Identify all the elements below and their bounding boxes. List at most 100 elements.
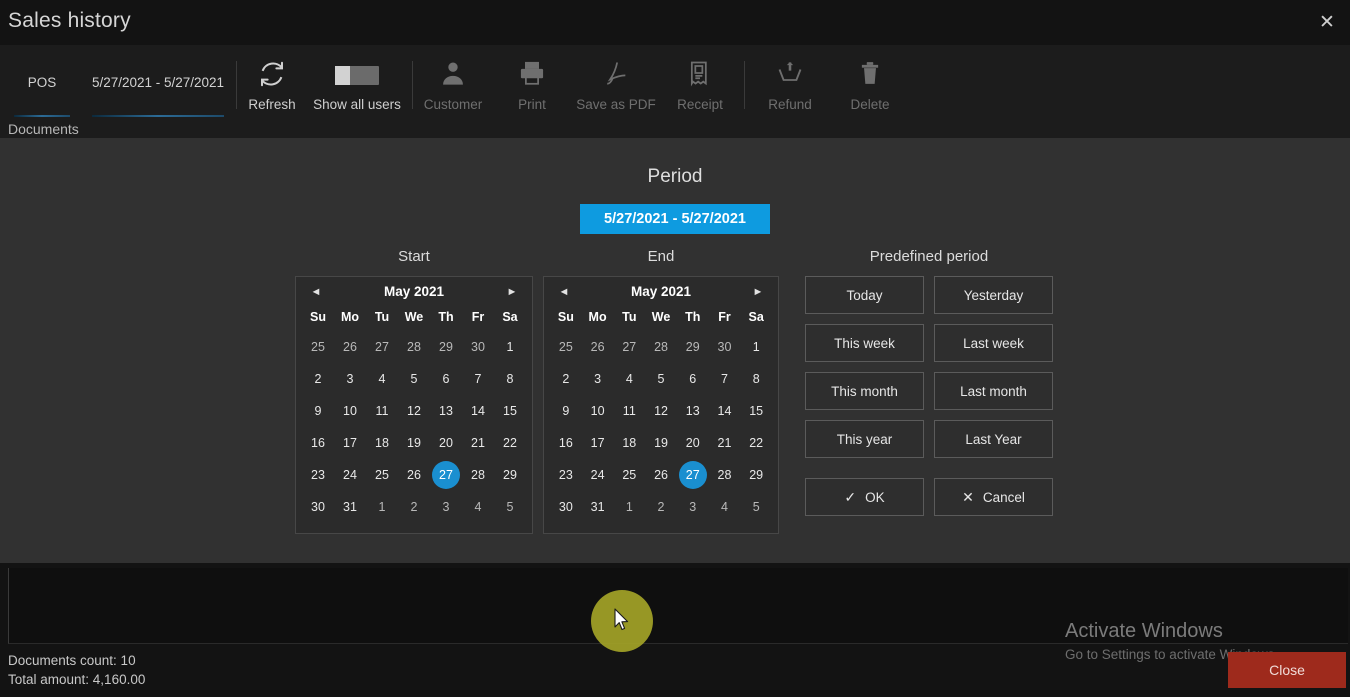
calendar-day-25[interactable]: 25	[302, 331, 334, 363]
calendar-day-19[interactable]: 19	[645, 427, 677, 459]
calendar-day-14[interactable]: 14	[462, 395, 494, 427]
calendar-day-13[interactable]: 13	[430, 395, 462, 427]
calendar-day-16[interactable]: 16	[550, 427, 582, 459]
calendar-day-7[interactable]: 7	[709, 363, 741, 395]
calendar-day-18[interactable]: 18	[366, 427, 398, 459]
calendar-day-5[interactable]: 5	[398, 363, 430, 395]
predefined-last-month-button[interactable]: Last month	[934, 372, 1053, 410]
calendar-day-8[interactable]: 8	[740, 363, 772, 395]
calendar-day-1[interactable]: 1	[740, 331, 772, 363]
calendar-day-10[interactable]: 10	[582, 395, 614, 427]
calendar-day-28[interactable]: 28	[709, 459, 741, 491]
close-icon[interactable]: ✕	[1312, 8, 1342, 38]
calendar-day-30[interactable]: 30	[709, 331, 741, 363]
selected-range-button[interactable]: 5/27/2021 - 5/27/2021	[580, 204, 770, 234]
calendar-day-4[interactable]: 4	[613, 363, 645, 395]
receipt-button[interactable]: Receipt	[662, 45, 738, 121]
calendar-day-9[interactable]: 9	[550, 395, 582, 427]
calendar-day-27[interactable]: 27	[677, 459, 709, 491]
calendar-day-29[interactable]: 29	[677, 331, 709, 363]
calendar-day-27[interactable]: 27	[613, 331, 645, 363]
calendar-day-30[interactable]: 30	[550, 491, 582, 523]
calendar-day-3[interactable]: 3	[334, 363, 366, 395]
calendar-day-22[interactable]: 22	[740, 427, 772, 459]
calendar-day-20[interactable]: 20	[677, 427, 709, 459]
tab-pos[interactable]: POS	[6, 45, 78, 121]
close-button[interactable]: Close	[1228, 652, 1346, 688]
calendar-day-19[interactable]: 19	[398, 427, 430, 459]
calendar-day-21[interactable]: 21	[709, 427, 741, 459]
calendar-day-18[interactable]: 18	[613, 427, 645, 459]
calendar-day-12[interactable]: 12	[645, 395, 677, 427]
calendar-day-23[interactable]: 23	[302, 459, 334, 491]
predefined-this-year-button[interactable]: This year	[805, 420, 924, 458]
save-as-pdf-button[interactable]: Save as PDF	[570, 45, 662, 121]
calendar-day-31[interactable]: 31	[582, 491, 614, 523]
start-calendar[interactable]: ◄ May 2021 ► Su Mo Tu We Th Fr Sa 25 26 27 28 29 30…	[295, 276, 533, 534]
next-month-icon[interactable]: ►	[502, 284, 522, 300]
calendar-day-7[interactable]: 7	[462, 363, 494, 395]
calendar-day-25[interactable]: 25	[613, 459, 645, 491]
calendar-day-1[interactable]: 1	[366, 491, 398, 523]
calendar-day-24[interactable]: 24	[334, 459, 366, 491]
calendar-day-30[interactable]: 30	[302, 491, 334, 523]
print-button[interactable]: Print	[494, 45, 570, 121]
calendar-day-22[interactable]: 22	[494, 427, 526, 459]
calendar-day-11[interactable]: 11	[366, 395, 398, 427]
calendar-day-29[interactable]: 29	[740, 459, 772, 491]
calendar-day-26[interactable]: 26	[398, 459, 430, 491]
calendar-day-4[interactable]: 4	[709, 491, 741, 523]
calendar-day-23[interactable]: 23	[550, 459, 582, 491]
calendar-day-12[interactable]: 12	[398, 395, 430, 427]
tab-date-range[interactable]: 5/27/2021 - 5/27/2021	[84, 45, 232, 121]
show-all-users-toggle[interactable]: Show all users	[306, 45, 408, 121]
predefined-yesterday-button[interactable]: Yesterday	[934, 276, 1053, 314]
calendar-day-31[interactable]: 31	[334, 491, 366, 523]
calendar-day-21[interactable]: 21	[462, 427, 494, 459]
calendar-day-29[interactable]: 29	[430, 331, 462, 363]
calendar-day-1[interactable]: 1	[613, 491, 645, 523]
calendar-day-27[interactable]: 27	[366, 331, 398, 363]
calendar-day-2[interactable]: 2	[645, 491, 677, 523]
refresh-button[interactable]: Refresh	[240, 45, 304, 121]
calendar-day-20[interactable]: 20	[430, 427, 462, 459]
calendar-day-3[interactable]: 3	[430, 491, 462, 523]
predefined-this-month-button[interactable]: This month	[805, 372, 924, 410]
calendar-day-15[interactable]: 15	[740, 395, 772, 427]
refund-button[interactable]: Refund	[748, 45, 832, 121]
calendar-day-24[interactable]: 24	[582, 459, 614, 491]
calendar-day-13[interactable]: 13	[677, 395, 709, 427]
predefined-last-year-button[interactable]: Last Year	[934, 420, 1053, 458]
calendar-day-9[interactable]: 9	[302, 395, 334, 427]
calendar-day-11[interactable]: 11	[613, 395, 645, 427]
calendar-day-26[interactable]: 26	[645, 459, 677, 491]
calendar-day-5[interactable]: 5	[645, 363, 677, 395]
calendar-day-3[interactable]: 3	[677, 491, 709, 523]
calendar-day-8[interactable]: 8	[494, 363, 526, 395]
calendar-day-28[interactable]: 28	[645, 331, 677, 363]
calendar-day-26[interactable]: 26	[582, 331, 614, 363]
calendar-day-16[interactable]: 16	[302, 427, 334, 459]
predefined-this-week-button[interactable]: This week	[805, 324, 924, 362]
end-calendar[interactable]: ◄ May 2021 ► Su Mo Tu We Th Fr Sa 25 26 27 28 29 30…	[543, 276, 779, 534]
ok-button[interactable]: ✓ OK	[805, 478, 924, 516]
calendar-day-30[interactable]: 30	[462, 331, 494, 363]
calendar-day-4[interactable]: 4	[366, 363, 398, 395]
calendar-day-2[interactable]: 2	[550, 363, 582, 395]
calendar-day-2[interactable]: 2	[302, 363, 334, 395]
calendar-day-26[interactable]: 26	[334, 331, 366, 363]
calendar-day-5[interactable]: 5	[740, 491, 772, 523]
customer-button[interactable]: Customer	[412, 45, 494, 121]
calendar-day-28[interactable]: 28	[462, 459, 494, 491]
calendar-day-28[interactable]: 28	[398, 331, 430, 363]
cancel-button[interactable]: ✕ Cancel	[934, 478, 1053, 516]
calendar-day-29[interactable]: 29	[494, 459, 526, 491]
next-month-icon[interactable]: ►	[748, 284, 768, 300]
calendar-day-27[interactable]: 27	[430, 459, 462, 491]
calendar-day-25[interactable]: 25	[550, 331, 582, 363]
calendar-day-4[interactable]: 4	[462, 491, 494, 523]
calendar-day-10[interactable]: 10	[334, 395, 366, 427]
calendar-day-17[interactable]: 17	[582, 427, 614, 459]
delete-button[interactable]: Delete	[832, 45, 908, 121]
calendar-day-6[interactable]: 6	[677, 363, 709, 395]
